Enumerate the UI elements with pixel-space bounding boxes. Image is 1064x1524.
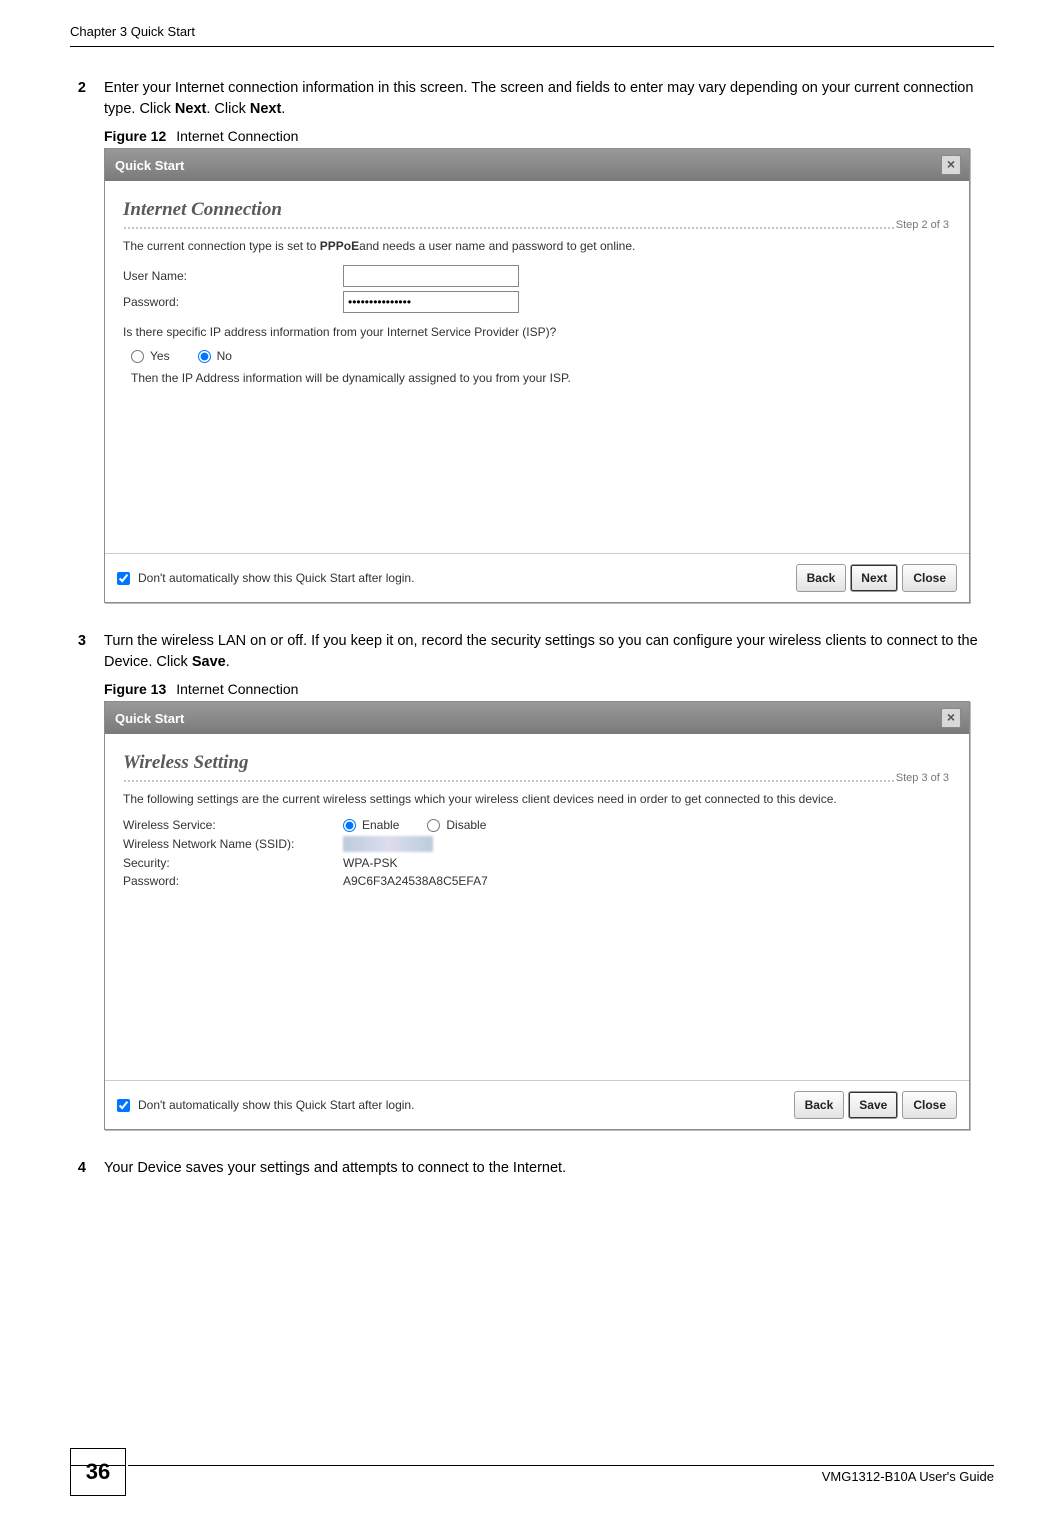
password-input[interactable] <box>343 291 519 313</box>
no-label: No <box>217 349 232 363</box>
step-text: Turn the wireless LAN on or off. If you … <box>104 631 994 673</box>
bold-next: Next <box>175 101 206 117</box>
document-page: Chapter 3 Quick Start 2 Enter your Inter… <box>0 0 1064 1524</box>
dont-show-option[interactable]: Don't automatically show this Quick Star… <box>117 571 414 585</box>
dialog-titlebar: Quick Start × <box>105 702 969 734</box>
running-header: Chapter 3 Quick Start <box>70 24 195 39</box>
quick-start-dialog-wireless: Quick Start × Wireless Setting Step 3 of… <box>104 701 970 1130</box>
isp-yes-radio[interactable] <box>131 350 144 363</box>
figure-label: Figure 12 <box>104 128 166 144</box>
dialog-heading: Internet Connection <box>123 199 951 221</box>
username-row: User Name: <box>123 265 951 287</box>
isp-no-radio[interactable] <box>198 350 211 363</box>
figure-12-caption: Figure 12 Internet Connection <box>104 128 994 144</box>
dotted-divider: Step 3 of 3 <box>123 780 951 782</box>
footer-rule <box>128 1465 994 1466</box>
dialog-footer: Don't automatically show this Quick Star… <box>105 553 969 602</box>
isp-radio-group: Yes No <box>131 349 951 363</box>
figure-13-caption: Figure 13 Internet Connection <box>104 681 994 697</box>
step-indicator: Step 3 of 3 <box>894 772 951 784</box>
text: Turn the wireless LAN on or off. If you … <box>104 633 978 670</box>
dynamic-ip-note: Then the IP Address information will be … <box>131 371 951 385</box>
step-number: 3 <box>70 631 86 673</box>
dialog-titlebar: Quick Start × <box>105 149 969 181</box>
dialog-title: Quick Start <box>115 158 184 173</box>
wireless-service-row: Wireless Service: Enable Disable <box>123 818 951 832</box>
header-rule <box>70 46 994 47</box>
dialog-title: Quick Start <box>115 711 184 726</box>
enable-radio[interactable] <box>343 819 356 832</box>
step-number: 4 <box>70 1158 86 1179</box>
figure-title: Internet Connection <box>176 681 298 697</box>
bold-save: Save <box>192 654 226 670</box>
username-label: User Name: <box>123 269 343 283</box>
isp-question: Is there specific IP address information… <box>123 323 951 341</box>
ssid-row: Wireless Network Name (SSID): <box>123 836 951 852</box>
enable-option[interactable]: Enable <box>343 818 399 832</box>
disable-radio[interactable] <box>427 819 440 832</box>
figure-label: Figure 13 <box>104 681 166 697</box>
figure-title: Internet Connection <box>176 128 298 144</box>
dotted-divider: Step 2 of 3 <box>123 227 951 229</box>
isp-no-option[interactable]: No <box>198 349 232 363</box>
security-row: Security: WPA-PSK <box>123 856 951 870</box>
text: . <box>226 654 230 670</box>
dont-show-checkbox[interactable] <box>117 572 130 585</box>
close-icon[interactable]: × <box>941 708 961 728</box>
text: and needs a user name and password to ge… <box>359 239 635 253</box>
intro-text: The current connection type is set to PP… <box>123 237 951 255</box>
guide-name: VMG1312-B10A User's Guide <box>822 1469 994 1484</box>
close-button[interactable]: Close <box>902 1091 957 1119</box>
back-button[interactable]: Back <box>796 564 847 592</box>
wireless-service-label: Wireless Service: <box>123 818 343 832</box>
next-button[interactable]: Next <box>850 564 898 592</box>
username-input[interactable] <box>343 265 519 287</box>
dont-show-option[interactable]: Don't automatically show this Quick Star… <box>117 1098 414 1112</box>
step-text: Enter your Internet connection informati… <box>104 78 994 120</box>
step-4: 4 Your Device saves your settings and at… <box>70 1158 994 1179</box>
dont-show-label: Don't automatically show this Quick Star… <box>138 571 414 585</box>
dialog-footer: Don't automatically show this Quick Star… <box>105 1080 969 1129</box>
back-button[interactable]: Back <box>794 1091 845 1119</box>
close-icon[interactable]: × <box>941 155 961 175</box>
pppoe-bold: PPPoE <box>320 239 359 253</box>
dialog-heading: Wireless Setting <box>123 752 951 774</box>
password-label: Password: <box>123 295 343 309</box>
save-button[interactable]: Save <box>848 1091 898 1119</box>
ssid-value-redacted <box>343 836 433 852</box>
quick-start-dialog-internet: Quick Start × Internet Connection Step 2… <box>104 148 970 603</box>
wifi-password-label: Password: <box>123 874 343 888</box>
text: . <box>281 101 285 117</box>
enable-label: Enable <box>362 818 399 832</box>
ssid-label: Wireless Network Name (SSID): <box>123 837 343 851</box>
disable-option[interactable]: Disable <box>427 818 486 832</box>
security-value: WPA-PSK <box>343 856 397 870</box>
yes-label: Yes <box>150 349 170 363</box>
text: The current connection type is set to <box>123 239 320 253</box>
step-2: 2 Enter your Internet connection informa… <box>70 78 994 120</box>
close-button[interactable]: Close <box>902 564 957 592</box>
step-number: 2 <box>70 78 86 120</box>
step-indicator: Step 2 of 3 <box>894 219 951 231</box>
step-3: 3 Turn the wireless LAN on or off. If yo… <box>70 631 994 673</box>
wifi-password-value: A9C6F3A24538A8C5EFA7 <box>343 874 488 888</box>
dont-show-checkbox[interactable] <box>117 1099 130 1112</box>
security-label: Security: <box>123 856 343 870</box>
wifi-password-row: Password: A9C6F3A24538A8C5EFA7 <box>123 874 951 888</box>
password-row: Password: <box>123 291 951 313</box>
intro-text: The following settings are the current w… <box>123 790 951 808</box>
bold-next: Next <box>250 101 281 117</box>
text: . Click <box>206 101 250 117</box>
step-text: Your Device saves your settings and atte… <box>104 1158 566 1179</box>
isp-yes-option[interactable]: Yes <box>131 349 170 363</box>
dont-show-label: Don't automatically show this Quick Star… <box>138 1098 414 1112</box>
disable-label: Disable <box>446 818 486 832</box>
page-number: 36 <box>70 1448 126 1496</box>
